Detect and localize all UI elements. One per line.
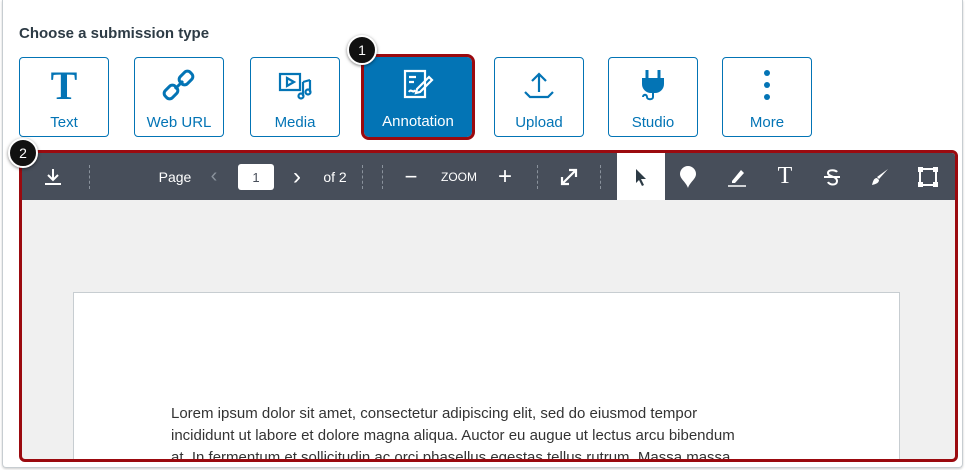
upload-icon — [522, 62, 556, 108]
callout-badge-2: 2 — [8, 138, 38, 168]
media-icon — [277, 62, 313, 108]
annotation-viewer: Page ‹ 1 › of 2 − ZOOM + T Lorem ipsum d… — [19, 150, 958, 462]
more-vertical-icon — [762, 62, 772, 108]
link-icon — [162, 62, 196, 108]
submission-type-annotation[interactable]: Annotation — [361, 54, 475, 140]
option-label: Studio — [631, 114, 675, 131]
draw-tool[interactable] — [862, 153, 898, 200]
strikethrough-icon — [824, 168, 840, 185]
page-total: of 2 — [323, 168, 347, 185]
text-line: Lorem ipsum dolor sit amet, consectetur … — [171, 405, 698, 422]
text-icon: T — [50, 62, 78, 108]
cursor-icon — [636, 168, 646, 186]
text-tool[interactable]: T — [767, 153, 803, 200]
document-text: Lorem ipsum dolor sit amet, consectetur … — [171, 403, 811, 462]
zoom-out-button[interactable]: − — [400, 153, 422, 200]
plug-icon — [636, 62, 670, 108]
zoom-in-button[interactable]: + — [494, 153, 516, 200]
expand-icon — [560, 168, 578, 185]
option-label: Media — [274, 114, 316, 131]
text-tool-icon: T — [777, 163, 793, 189]
download-icon — [45, 168, 61, 185]
text-line: at. In fermentum et sollicitudin ac orci… — [171, 449, 731, 462]
annotation-icon — [401, 61, 435, 107]
option-label: Upload — [515, 114, 563, 131]
document-page: Lorem ipsum dolor sit amet, consectetur … — [73, 292, 900, 462]
zoom-label: ZOOM — [441, 169, 477, 184]
highlight-tool[interactable] — [719, 153, 755, 200]
option-label: More — [749, 114, 785, 131]
option-label: Text — [50, 114, 78, 131]
submission-type-upload[interactable]: Upload — [494, 57, 584, 137]
page-number-input[interactable]: 1 — [238, 164, 274, 190]
submission-type-text[interactable]: T Text — [19, 57, 109, 137]
next-page-button[interactable]: › — [286, 153, 308, 200]
point-tool[interactable] — [670, 153, 706, 200]
select-tool[interactable] — [617, 153, 665, 200]
area-tool[interactable] — [910, 153, 946, 200]
rectangle-icon — [918, 166, 938, 187]
section-title: Choose a submission type — [19, 25, 210, 42]
fullscreen-button[interactable] — [554, 153, 584, 200]
callout-badge-1: 1 — [347, 35, 377, 65]
previous-page-button[interactable]: ‹ — [204, 153, 224, 200]
pin-icon — [680, 165, 696, 188]
page-label: Page — [158, 168, 192, 185]
download-button[interactable] — [38, 153, 68, 200]
viewer-toolbar: Page ‹ 1 › of 2 − ZOOM + T — [22, 153, 955, 200]
submission-type-studio[interactable]: Studio — [608, 57, 698, 137]
option-label: Web URL — [146, 114, 212, 131]
submission-type-web-url[interactable]: Web URL — [134, 57, 224, 137]
text-line: incididunt ut labore et dolore magna ali… — [171, 427, 735, 444]
submission-type-more[interactable]: More — [722, 57, 812, 137]
strikeout-tool[interactable] — [814, 153, 850, 200]
highlighter-icon — [728, 169, 746, 187]
option-label: Annotation — [382, 113, 454, 130]
submission-type-media[interactable]: Media — [250, 57, 340, 137]
brush-icon — [872, 168, 888, 185]
